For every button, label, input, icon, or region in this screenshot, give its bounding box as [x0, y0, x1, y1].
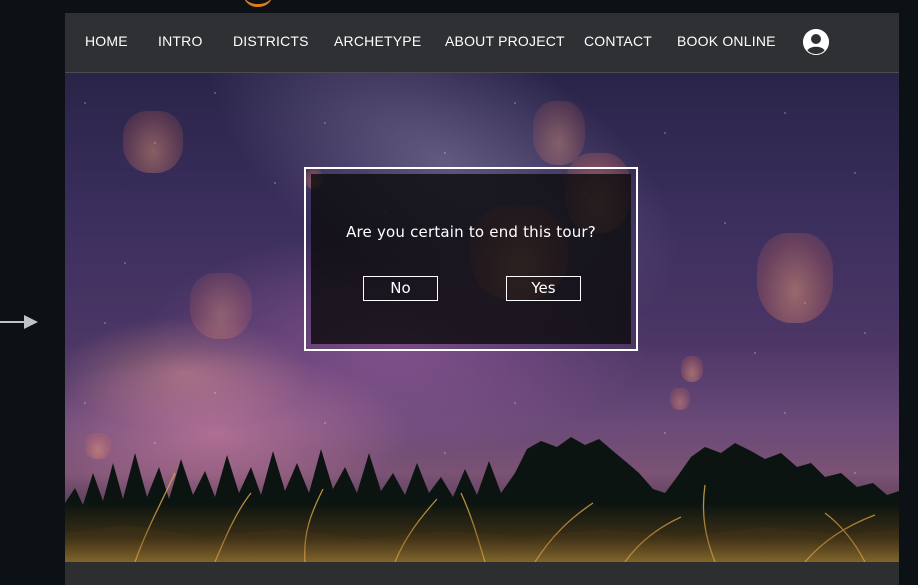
footer-bar [65, 562, 899, 585]
page: HOME INTRO DISTRICTS ARCHETYPE ABOUT PRO… [0, 0, 918, 585]
nav-item-intro[interactable]: INTRO [158, 33, 203, 49]
sky-lantern [190, 273, 252, 339]
sky-lantern [123, 111, 183, 173]
sky-lantern [533, 101, 585, 165]
account-button[interactable] [803, 29, 829, 55]
nav-item-about-project[interactable]: ABOUT PROJECT [445, 33, 565, 49]
nav-item-home[interactable]: HOME [85, 33, 128, 49]
website-frame: HOME INTRO DISTRICTS ARCHETYPE ABOUT PRO… [65, 13, 899, 585]
nav-item-archetype[interactable]: ARCHETYPE [334, 33, 421, 49]
sky-lantern [681, 356, 703, 382]
dialog-panel: Are you certain to end this tour? No Yes [311, 174, 631, 344]
ground-glow [65, 503, 899, 562]
dialog-message: Are you certain to end this tour? [346, 223, 596, 241]
user-circle-icon [803, 29, 829, 55]
yes-button[interactable]: Yes [506, 276, 581, 301]
sky-lantern [757, 233, 833, 323]
no-button[interactable]: No [363, 276, 438, 301]
nav-item-book-online[interactable]: BOOK ONLINE [677, 33, 776, 49]
nav-item-districts[interactable]: DISTRICTS [233, 33, 309, 49]
end-tour-dialog: Are you certain to end this tour? No Yes [304, 167, 638, 351]
nav-item-contact[interactable]: CONTACT [584, 33, 652, 49]
logo [243, 0, 273, 7]
right-arrow-icon [0, 315, 38, 329]
navigation-bar: HOME INTRO DISTRICTS ARCHETYPE ABOUT PRO… [65, 13, 899, 73]
sky-lantern [670, 388, 690, 410]
